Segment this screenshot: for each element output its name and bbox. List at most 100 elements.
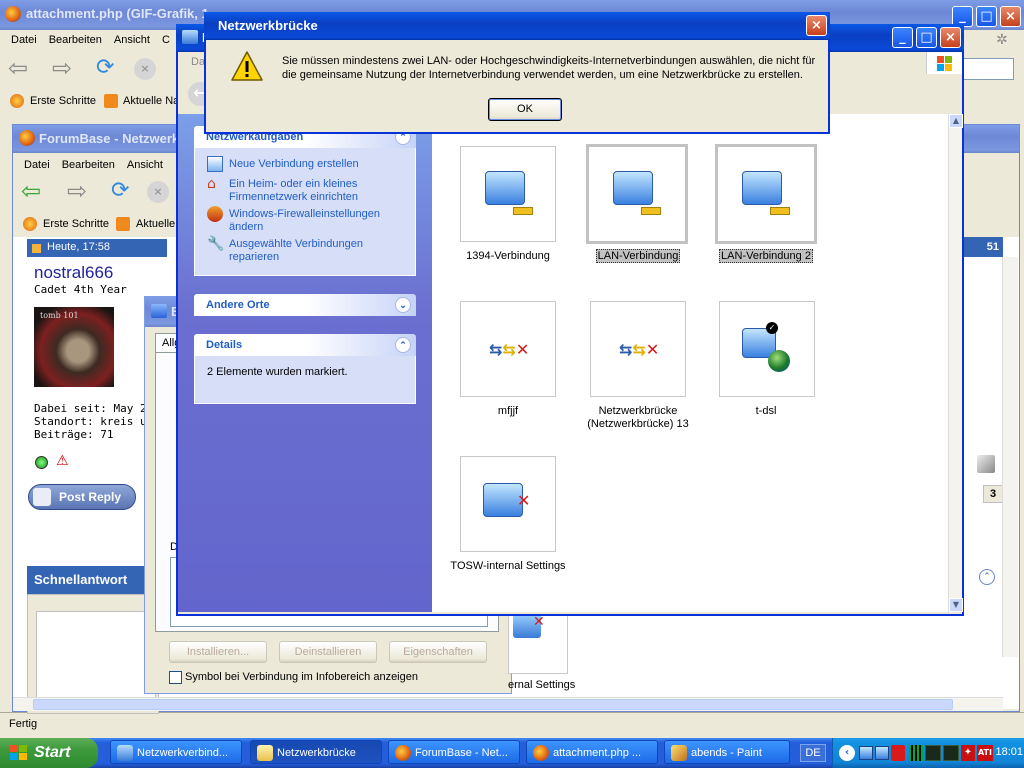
other-places-header[interactable]: Andere Orte ⌄ bbox=[194, 294, 416, 316]
firefox-back-button[interactable]: ⇦ bbox=[8, 56, 36, 82]
tray-security-icon[interactable] bbox=[891, 745, 905, 761]
forum-bookmark-erste-schritte[interactable]: Erste Schritte bbox=[43, 218, 109, 230]
tray-icon-checkbox[interactable] bbox=[169, 671, 182, 684]
tray-expand-icon[interactable]: ‹ bbox=[839, 745, 855, 761]
connection-label-tosw: TOSW-internal Settings bbox=[450, 560, 566, 572]
firefox-close-button[interactable]: × bbox=[1000, 6, 1021, 27]
task-repair-connections[interactable]: Ausgewählte Verbindungen reparieren bbox=[229, 238, 409, 264]
post-rank: Cadet 4th Year bbox=[34, 283, 127, 296]
message-box-text: Sie müssen mindestens zwei LAN- oder Hoc… bbox=[282, 55, 816, 81]
windows-logo-icon bbox=[926, 52, 962, 74]
tray-adobe-icon[interactable]: ✦ bbox=[961, 745, 975, 761]
firefox-menu-bar: Datei Bearbeiten Ansicht C bbox=[6, 30, 186, 52]
details-header[interactable]: Details ⌃ bbox=[194, 334, 416, 356]
connection-tile-lan[interactable] bbox=[586, 144, 688, 244]
post-avatar: tomb 101 bbox=[34, 307, 114, 387]
taskbar-item-label: abends - Paint bbox=[691, 747, 762, 759]
forum-horizontal-scrollbar[interactable] bbox=[13, 697, 1003, 711]
forum-bookmark-aktuelle[interactable]: Aktuelle bbox=[136, 218, 175, 230]
forum-right-collapse-icon[interactable]: ⌃ bbox=[979, 569, 995, 585]
taskbar-item-bridge[interactable]: Netzwerkbrücke bbox=[250, 740, 382, 764]
forum-back-button[interactable]: ⇦ bbox=[21, 179, 41, 203]
forum-forward-button[interactable]: ⇨ bbox=[67, 179, 87, 203]
network-connection-icon bbox=[485, 171, 525, 205]
details-text: 2 Elemente wurden markiert. bbox=[207, 366, 348, 378]
connection-tile-tosw[interactable]: ✕ bbox=[460, 456, 556, 552]
message-box-ok-button[interactable]: OK bbox=[488, 98, 562, 121]
uninstall-button[interactable]: Deinstallieren bbox=[279, 641, 377, 663]
bookmark-aktuelle[interactable]: Aktuelle Na bbox=[123, 95, 179, 107]
firefox-app-icon bbox=[5, 6, 21, 22]
forum-menu-edit[interactable]: Bearbeiten bbox=[57, 155, 122, 171]
scroll-up-arrow[interactable]: ▲ bbox=[949, 114, 963, 128]
tray-network-error-icon[interactable] bbox=[875, 746, 889, 760]
tray-gpu-meter-icon[interactable] bbox=[943, 745, 959, 761]
connections-scrollbar[interactable]: ▲ ▼ bbox=[948, 114, 963, 612]
tray-cpu-meter-icon[interactable] bbox=[925, 745, 941, 761]
scroll-down-arrow[interactable]: ▼ bbox=[949, 598, 963, 612]
firefox-forward-button[interactable]: ⇨ bbox=[52, 56, 80, 82]
firefox-throbber: ✲ bbox=[996, 32, 1008, 48]
report-post-icon[interactable]: ⚠ bbox=[56, 453, 72, 469]
forum-reload-button[interactable]: ⟳ bbox=[111, 179, 129, 203]
firefox-search-box[interactable] bbox=[962, 58, 1014, 80]
explorer-minimize-button[interactable]: _ bbox=[892, 27, 913, 48]
firefox-menu-history[interactable]: C bbox=[157, 30, 177, 46]
system-tray: ‹ ✦ ATI 18:01 bbox=[832, 738, 1024, 768]
firefox-menu-view[interactable]: Ansicht bbox=[109, 30, 157, 46]
firefox-menu-file[interactable]: Datei bbox=[6, 30, 44, 46]
post-username[interactable]: nostral666 bbox=[34, 263, 113, 283]
language-indicator[interactable]: DE bbox=[800, 744, 826, 762]
forum-menu-view[interactable]: Ansicht bbox=[122, 155, 170, 171]
firefox-menu-edit[interactable]: Bearbeiten bbox=[44, 30, 109, 46]
details-collapse-icon[interactable]: ⌃ bbox=[395, 337, 411, 353]
repair-icon: 🔧 bbox=[207, 236, 225, 252]
install-button[interactable]: Installieren... bbox=[169, 641, 267, 663]
properties-button[interactable]: Eigenschaften bbox=[389, 641, 487, 663]
forum-bookmark-rss-icon bbox=[116, 217, 130, 231]
tray-monitor-icon[interactable] bbox=[909, 745, 923, 761]
taskbar-item-network-connections[interactable]: Netzwerkverbind... bbox=[110, 740, 242, 764]
explorer-maximize-button[interactable]: □ bbox=[916, 27, 937, 48]
network-connection-icon bbox=[742, 171, 782, 205]
forum-menu-file[interactable]: Datei bbox=[19, 155, 57, 171]
quick-reply-title: Schnellantwort bbox=[34, 572, 128, 587]
message-box-close-button[interactable]: × bbox=[806, 15, 827, 36]
taskbar-item-paint[interactable]: abends - Paint bbox=[664, 740, 790, 764]
tray-clock[interactable]: 18:01 bbox=[987, 746, 1023, 758]
tray-network-icon[interactable] bbox=[859, 746, 873, 760]
bookmark-erste-schritte[interactable]: Erste Schritte bbox=[30, 95, 96, 107]
firefox-reload-button[interactable]: ⟳ bbox=[96, 56, 124, 82]
message-box-title-bar[interactable]: Netzwerkbrücke bbox=[204, 12, 830, 40]
forum-horizontal-scroll-thumb[interactable] bbox=[33, 699, 953, 710]
forum-stop-button[interactable]: × bbox=[147, 181, 169, 203]
firefox-stop-button[interactable]: × bbox=[134, 58, 156, 80]
connection-tile-mfjjf[interactable]: ⇆⇆✕ bbox=[460, 301, 556, 397]
task-new-connection[interactable]: Neue Verbindung erstellen bbox=[229, 158, 409, 171]
connection-tile-t-dsl[interactable]: ✓ bbox=[719, 301, 815, 397]
firefox-maximize-button[interactable]: □ bbox=[976, 6, 997, 27]
network-cable-icon bbox=[513, 207, 533, 215]
post-count: Beiträge: 71 bbox=[34, 428, 114, 441]
taskbar-item-forumbase[interactable]: ForumBase - Net... bbox=[388, 740, 520, 764]
post-reply-button[interactable]: Post Reply bbox=[28, 484, 136, 510]
forum-window-scrollbar[interactable] bbox=[1002, 257, 1018, 657]
background-tile-label: ernal Settings bbox=[508, 679, 576, 691]
avatar-caption: tomb 101 bbox=[40, 311, 79, 320]
taskbar-item-attachment[interactable]: attachment.php ... bbox=[526, 740, 658, 764]
quick-reply-textarea[interactable] bbox=[36, 611, 156, 711]
forum-right-page-number[interactable]: 3 bbox=[983, 485, 1003, 503]
forum-right-paint-icon bbox=[977, 455, 995, 473]
connection-tile-bridge[interactable]: ⇆⇆✕ bbox=[590, 301, 686, 397]
connection-tile-lan-2[interactable] bbox=[715, 144, 817, 244]
task-home-network[interactable]: Ein Heim- oder ein kleines Firmennetzwer… bbox=[229, 178, 409, 204]
globe-icon bbox=[768, 350, 790, 372]
other-places-expand-icon[interactable]: ⌄ bbox=[395, 297, 411, 313]
start-button[interactable]: Start bbox=[0, 738, 98, 768]
disabled-bridge-icon: ⇆⇆✕ bbox=[619, 340, 660, 359]
task-firewall-settings[interactable]: Windows-Firewalleinstellungen ändern bbox=[229, 208, 409, 234]
explorer-close-button[interactable]: × bbox=[940, 27, 961, 48]
firefox-icon bbox=[395, 745, 411, 761]
connection-tile-1394[interactable] bbox=[460, 146, 556, 242]
details-title: Details bbox=[206, 339, 243, 351]
